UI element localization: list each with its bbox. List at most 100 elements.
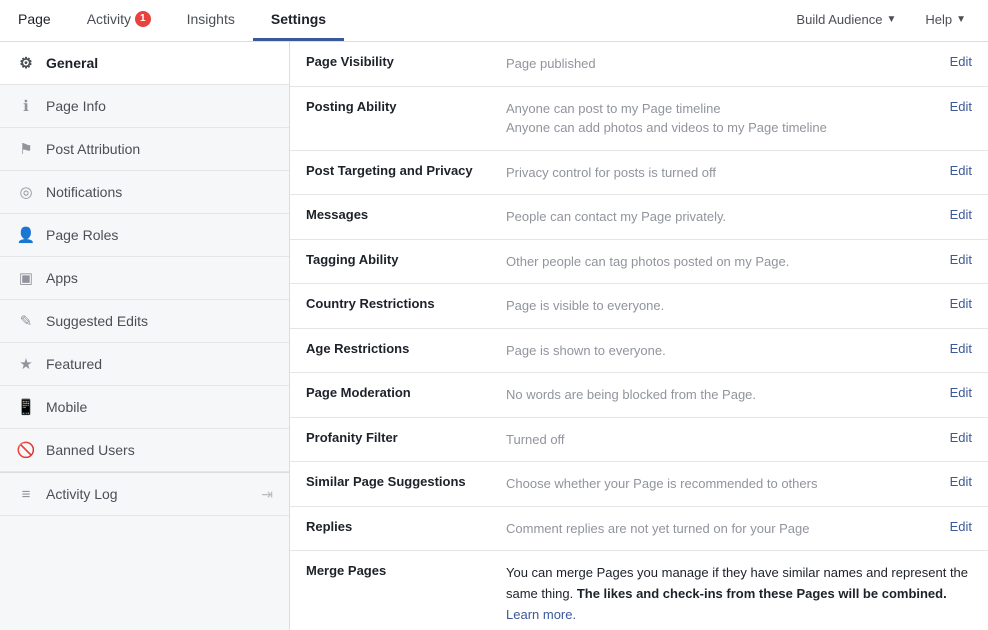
edit-link-age-restrictions[interactable]: Edit (950, 341, 972, 356)
main-content: Page Visibility Page published Edit Post… (290, 42, 988, 630)
learn-more-link[interactable]: Learn more. (506, 607, 576, 622)
setting-label-post-targeting: Post Targeting and Privacy (290, 150, 490, 195)
sidebar-label-general: General (46, 55, 98, 71)
edit-link-post-targeting[interactable]: Edit (950, 163, 972, 178)
setting-label-messages: Messages (290, 195, 490, 240)
sidebar: ⚙ General ℹ Page Info ⚑ Post Attribution… (0, 42, 290, 630)
notifications-icon: ◎ (16, 182, 36, 202)
settings-row-merge-pages: Merge Pages You can merge Pages you mana… (290, 551, 988, 630)
sidebar-item-general[interactable]: ⚙ General (0, 42, 289, 85)
nav-tab-settings[interactable]: Settings (253, 0, 344, 41)
setting-value-age-restrictions: Page is shown to everyone. (490, 328, 934, 373)
chevron-icon: ▼ (886, 14, 896, 25)
external-link-icon: ⇥ (261, 486, 273, 503)
setting-value-posting-ability: Anyone can post to my Page timelineAnyon… (490, 86, 934, 150)
setting-value-post-targeting: Privacy control for posts is turned off (490, 150, 934, 195)
suggested-edits-icon: ✎ (16, 311, 36, 331)
setting-value-replies: Comment replies are not yet turned on fo… (490, 506, 934, 551)
setting-label-country-restrictions: Country Restrictions (290, 284, 490, 329)
sidebar-item-page-roles[interactable]: 👤 Page Roles (0, 214, 289, 257)
setting-value-messages: People can contact my Page privately. (490, 195, 934, 240)
general-icon: ⚙ (16, 53, 36, 73)
sidebar-item-activity-log[interactable]: ≡ Activity Log ⇥ (0, 472, 289, 516)
action-build-audience[interactable]: Build Audience▼ (784, 6, 908, 36)
sidebar-item-post-attribution[interactable]: ⚑ Post Attribution (0, 128, 289, 171)
page-roles-icon: 👤 (16, 225, 36, 245)
edit-link-page-visibility[interactable]: Edit (950, 54, 972, 69)
edit-link-similar-page-suggestions[interactable]: Edit (950, 474, 972, 489)
sidebar-label-banned-users: Banned Users (46, 442, 135, 458)
setting-value-country-restrictions: Page is visible to everyone. (490, 284, 934, 329)
settings-table: Page Visibility Page published Edit Post… (290, 42, 988, 630)
setting-value-profanity-filter: Turned off (490, 417, 934, 462)
nav-tab-activity[interactable]: Activity1 (69, 0, 169, 41)
sidebar-label-page-info: Page Info (46, 98, 106, 114)
chevron-icon: ▼ (956, 14, 966, 25)
setting-label-posting-ability: Posting Ability (290, 86, 490, 150)
settings-row-replies: Replies Comment replies are not yet turn… (290, 506, 988, 551)
settings-row-post-targeting: Post Targeting and Privacy Privacy contr… (290, 150, 988, 195)
nav-tab-insights[interactable]: Insights (169, 0, 253, 41)
edit-link-tagging-ability[interactable]: Edit (950, 252, 972, 267)
settings-row-profanity-filter: Profanity Filter Turned off Edit (290, 417, 988, 462)
sidebar-item-suggested-edits[interactable]: ✎ Suggested Edits (0, 300, 289, 343)
sidebar-item-mobile[interactable]: 📱 Mobile (0, 386, 289, 429)
setting-value-page-moderation: No words are being blocked from the Page… (490, 373, 934, 418)
edit-link-posting-ability[interactable]: Edit (950, 99, 972, 114)
sidebar-item-apps[interactable]: ▣ Apps (0, 257, 289, 300)
sidebar-label-featured: Featured (46, 356, 102, 372)
settings-row-similar-page-suggestions: Similar Page Suggestions Choose whether … (290, 462, 988, 507)
settings-row-page-moderation: Page Moderation No words are being block… (290, 373, 988, 418)
banned-users-icon: 🚫 (16, 440, 36, 460)
setting-label-replies: Replies (290, 506, 490, 551)
apps-icon: ▣ (16, 268, 36, 288)
nav-tabs: PageActivity1InsightsSettings (0, 0, 784, 41)
setting-value-tagging-ability: Other people can tag photos posted on my… (490, 239, 934, 284)
settings-row-age-restrictions: Age Restrictions Page is shown to everyo… (290, 328, 988, 373)
setting-label-similar-page-suggestions: Similar Page Suggestions (290, 462, 490, 507)
merge-description: You can merge Pages you manage if they h… (506, 563, 972, 625)
nav-tab-page[interactable]: Page (0, 0, 69, 41)
mobile-icon: 📱 (16, 397, 36, 417)
setting-value-page-visibility: Page published (490, 42, 934, 86)
setting-label-page-visibility: Page Visibility (290, 42, 490, 86)
post-attribution-icon: ⚑ (16, 139, 36, 159)
merge-bold: The likes and check-ins from these Pages… (577, 586, 947, 601)
edit-link-page-moderation[interactable]: Edit (950, 385, 972, 400)
edit-link-profanity-filter[interactable]: Edit (950, 430, 972, 445)
sidebar-label-activity-log: Activity Log (46, 486, 118, 502)
settings-row-page-visibility: Page Visibility Page published Edit (290, 42, 988, 86)
settings-row-posting-ability: Posting Ability Anyone can post to my Pa… (290, 86, 988, 150)
setting-label-page-moderation: Page Moderation (290, 373, 490, 418)
sidebar-item-banned-users[interactable]: 🚫 Banned Users (0, 429, 289, 472)
sidebar-label-notifications: Notifications (46, 184, 122, 200)
settings-row-country-restrictions: Country Restrictions Page is visible to … (290, 284, 988, 329)
page-body: ⚙ General ℹ Page Info ⚑ Post Attribution… (0, 42, 988, 630)
action-help[interactable]: Help▼ (913, 6, 978, 36)
badge-activity: 1 (135, 11, 151, 27)
sidebar-label-post-attribution: Post Attribution (46, 141, 140, 157)
setting-label-profanity-filter: Profanity Filter (290, 417, 490, 462)
setting-value-merge-pages: You can merge Pages you manage if they h… (490, 551, 988, 630)
sidebar-label-page-roles: Page Roles (46, 227, 118, 243)
sidebar-label-mobile: Mobile (46, 399, 87, 415)
sidebar-label-suggested-edits: Suggested Edits (46, 313, 148, 329)
sidebar-item-featured[interactable]: ★ Featured (0, 343, 289, 386)
setting-label-tagging-ability: Tagging Ability (290, 239, 490, 284)
activity-log-icon: ≡ (16, 484, 36, 504)
featured-icon: ★ (16, 354, 36, 374)
sidebar-item-page-info[interactable]: ℹ Page Info (0, 85, 289, 128)
settings-row-messages: Messages People can contact my Page priv… (290, 195, 988, 240)
page-info-icon: ℹ (16, 96, 36, 116)
sidebar-item-notifications[interactable]: ◎ Notifications (0, 171, 289, 214)
edit-link-country-restrictions[interactable]: Edit (950, 296, 972, 311)
nav-actions: Build Audience▼Help▼ (784, 0, 988, 41)
setting-value-similar-page-suggestions: Choose whether your Page is recommended … (490, 462, 934, 507)
edit-link-messages[interactable]: Edit (950, 207, 972, 222)
setting-label-merge-pages: Merge Pages (290, 551, 490, 630)
edit-link-replies[interactable]: Edit (950, 519, 972, 534)
settings-row-tagging-ability: Tagging Ability Other people can tag pho… (290, 239, 988, 284)
top-nav: PageActivity1InsightsSettings Build Audi… (0, 0, 988, 42)
sidebar-label-apps: Apps (46, 270, 78, 286)
setting-label-age-restrictions: Age Restrictions (290, 328, 490, 373)
